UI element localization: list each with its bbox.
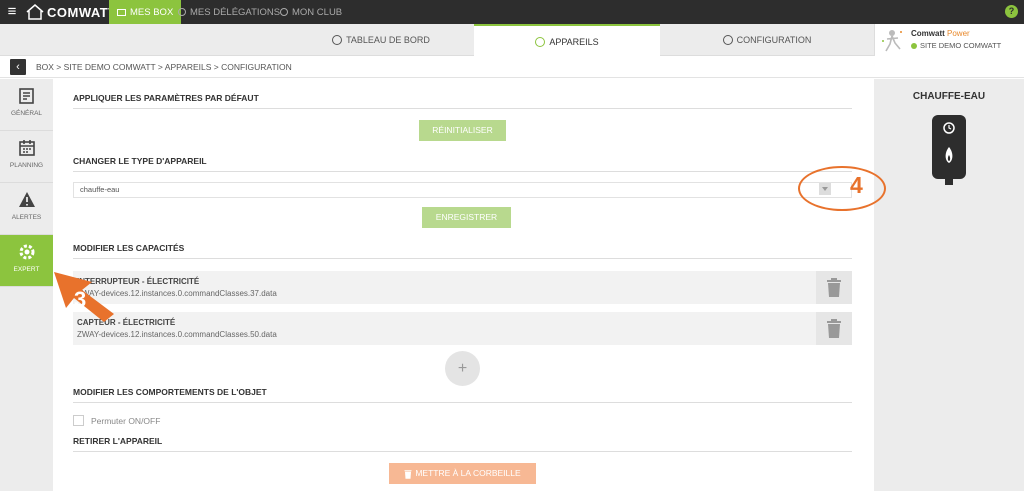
move-to-trash-button[interactable]: METTRE À LA CORBEILLE — [389, 463, 536, 484]
annotation-arrow-3: 3 — [54, 272, 114, 322]
account-site: SITE DEMO COMWATT — [911, 41, 1001, 50]
tab-tableau-de-bord[interactable]: TABLEAU DE BORD — [288, 24, 474, 56]
tab-configuration[interactable]: CONFIGURATION — [660, 24, 874, 56]
comwatt-logo[interactable]: COMWATT — [26, 3, 117, 21]
capacity-row: CAPTEUR - ÉLECTRICITÉ ZWAY-devices.12.in… — [73, 312, 852, 345]
plug-icon — [535, 36, 546, 47]
box-icon — [117, 8, 126, 16]
account-brand: Comwatt Power — [911, 29, 970, 38]
section-capacities-title: MODIFIER LES CAPACITÉS — [73, 243, 852, 259]
form-icon — [18, 88, 34, 104]
help-icon[interactable]: ? — [1005, 5, 1018, 18]
trash-icon — [827, 319, 841, 338]
annotation-step-4: 4 — [850, 172, 863, 198]
avatar-icon — [882, 30, 902, 52]
capacity-path: ZWAY-devices.12.instances.0.commandClass… — [77, 330, 277, 339]
gear-icon — [722, 35, 733, 45]
tab-bar: TABLEAU DE BORD APPAREILS CONFIGURATION … — [0, 24, 1024, 57]
delete-capacity-button[interactable] — [816, 312, 852, 345]
device-preview-panel: CHAUFFE-EAU — [874, 79, 1024, 491]
dashboard-icon — [332, 35, 343, 45]
section-remove-title: RETIRER L'APPAREIL — [73, 436, 852, 452]
warning-icon — [18, 192, 35, 207]
trash-icon — [404, 469, 412, 479]
calendar-icon — [18, 140, 35, 156]
delete-capacity-button[interactable] — [816, 271, 852, 304]
trash-icon — [827, 278, 841, 297]
add-capacity-button[interactable]: + — [445, 351, 480, 386]
capacity-row: INTERRUPTEUR - ÉLECTRICITÉ ZWAY-devices.… — [73, 271, 852, 304]
nav-mes-delegations[interactable]: MES DÉLÉGATIONS — [170, 0, 288, 24]
annotation-step-3: 3 — [74, 287, 86, 312]
status-dot-icon — [911, 42, 917, 49]
section-defaults-title: APPLIQUER LES PARAMÈTRES PAR DÉFAUT — [73, 93, 852, 109]
breadcrumb-bar: ‹ BOX > SITE DEMO COMWATT > APPAREILS > … — [0, 56, 1024, 78]
top-bar: ≡ COMWATT MES BOX MES DÉLÉGATIONS MON CL… — [0, 0, 1024, 24]
hamburger-menu-icon[interactable]: ≡ — [0, 0, 24, 24]
toggle-onoff-row[interactable]: Permuter ON/OFF — [73, 415, 160, 426]
nav-mon-club[interactable]: MON CLUB — [272, 0, 350, 24]
reset-button[interactable]: RÉINITIALISER — [419, 120, 506, 141]
device-title: CHAUFFE-EAU — [912, 91, 986, 102]
delegation-icon — [178, 8, 186, 16]
back-arrow-icon[interactable]: ‹ — [10, 59, 26, 75]
sidebar-item-expert[interactable]: EXPERT — [0, 235, 53, 287]
breadcrumb: BOX > SITE DEMO COMWATT > APPAREILS > CO… — [36, 62, 292, 72]
annotation-circle — [798, 166, 886, 211]
toggle-onoff-checkbox[interactable] — [73, 415, 84, 426]
sidebar: GÉNÉRAL PLANNING ALERTES EXPERT — [0, 79, 53, 491]
tab-appareils[interactable]: APPAREILS — [474, 24, 660, 57]
club-icon — [280, 8, 288, 16]
water-heater-icon — [932, 115, 966, 185]
sidebar-item-planning[interactable]: PLANNING — [0, 131, 53, 183]
device-type-select[interactable]: chauffe-eau — [73, 182, 852, 198]
save-button[interactable]: ENREGISTRER — [422, 207, 511, 228]
sidebar-item-general[interactable]: GÉNÉRAL — [0, 79, 53, 131]
section-behaviours-title: MODIFIER LES COMPORTEMENTS DE L'OBJET — [73, 387, 852, 403]
expert-gear-icon — [19, 244, 34, 260]
house-logo-icon — [26, 4, 44, 20]
section-type-title: CHANGER LE TYPE D'APPAREIL — [73, 156, 852, 172]
main-content: APPLIQUER LES PARAMÈTRES PAR DÉFAUT RÉIN… — [53, 79, 874, 491]
account-panel[interactable]: Comwatt Power SITE DEMO COMWATT — [874, 24, 1024, 56]
sidebar-item-alertes[interactable]: ALERTES — [0, 183, 53, 235]
